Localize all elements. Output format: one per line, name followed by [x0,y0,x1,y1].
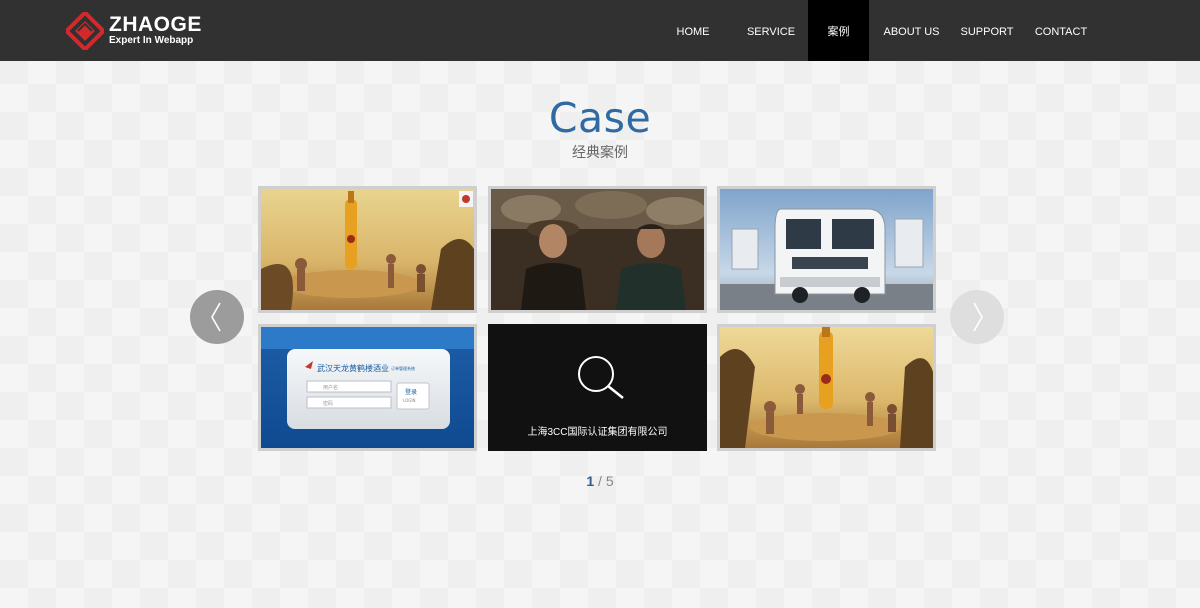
nav-item-about-us[interactable]: ABOUT US [878,0,945,61]
section-subtitle: 经典案例 [572,144,628,160]
carousel-pager: 1 / 5 [0,472,1200,490]
pager-separator: / [598,473,602,489]
nav-item-support[interactable]: SUPPORT [955,0,1019,61]
pager-current: 1 [586,473,595,489]
case-card[interactable]: 武汉天龙黄鹤楼酒业 订单管理系统 用户名 密码 登录 LOGIN [258,324,477,451]
login-panel-title: 武汉天龙黄鹤楼酒业 [317,363,389,373]
nav-item-service[interactable]: SERVICE [740,0,802,61]
nav-item-contact[interactable]: CONTACT [1028,0,1094,61]
carousel-next-button[interactable] [950,290,1004,344]
login-password-placeholder: 密码 [323,400,333,407]
case-card[interactable]: 上海3CC国际认证集团有限公司 [488,324,707,451]
case-thumbnail-login-panel: 武汉天龙黄鹤楼酒业 订单管理系统 用户名 密码 登录 LOGIN [261,327,474,448]
login-panel-tag: 订单管理系统 [391,365,415,371]
case-thumbnail-two-men [491,189,704,310]
brand-tagline: Expert In Webapp [109,35,194,46]
brand-name: ZHAOGE [109,13,202,36]
case-card[interactable] [717,324,936,451]
case-caption: 上海3CC国际认证集团有限公司 [527,427,668,438]
chevron-left-icon [211,302,221,332]
case-thumbnail-beach-bottle [720,327,933,448]
chevron-right-icon [973,302,983,332]
case-card[interactable] [488,186,707,313]
section-title: Case [548,94,652,142]
pager-total: 5 [605,473,614,489]
login-button-label: 登录 [405,388,417,396]
site-header: ZHAOGE Expert In Webapp HOME SERVICE 案例 … [0,0,1200,61]
logo-diamond-icon [66,12,104,50]
logo[interactable]: ZHAOGE Expert In Webapp [66,12,206,50]
nav-item-home[interactable]: HOME [664,0,722,61]
login-username-placeholder: 用户名 [323,384,338,391]
case-thumbnail-white-truck [720,189,933,310]
login-button-sublabel: LOGIN [403,398,416,403]
case-card[interactable] [258,186,477,313]
case-card[interactable] [717,186,936,313]
carousel-prev-button[interactable] [190,290,244,344]
nav-item-cases[interactable]: 案例 [808,0,869,61]
case-thumbnail-beach-bottle [261,189,474,310]
search-icon [578,356,624,399]
